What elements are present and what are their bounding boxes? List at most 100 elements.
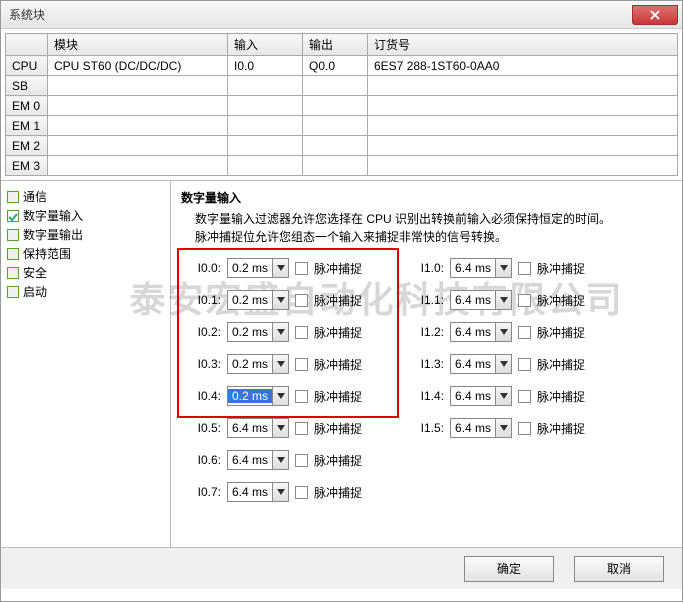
sidebar-item[interactable]: 数字量输入: [7, 206, 164, 225]
chevron-down-icon[interactable]: [272, 259, 288, 277]
pulse-capture-checkbox[interactable]: [518, 390, 531, 403]
combo-value: 6.4 ms: [228, 421, 272, 435]
io-label: I0.4:: [189, 389, 221, 403]
sidebar-item[interactable]: 保持范围: [7, 244, 164, 263]
pulse-capture-checkbox[interactable]: [295, 422, 308, 435]
io-label: I0.1:: [189, 293, 221, 307]
filter-time-select[interactable]: 6.4 ms: [227, 482, 289, 502]
chevron-down-icon[interactable]: [495, 323, 511, 341]
io-row: I1.3:6.4 ms脉冲捕捉: [412, 354, 585, 374]
table-row[interactable]: EM 0: [6, 96, 678, 116]
filter-time-select[interactable]: 0.2 ms: [227, 290, 289, 310]
chevron-down-icon[interactable]: [272, 387, 288, 405]
filter-time-select[interactable]: 0.2 ms: [227, 354, 289, 374]
pulse-capture-checkbox[interactable]: [518, 358, 531, 371]
footer: 确定 取消: [1, 547, 682, 589]
io-row: I0.2: 0.2 ms 脉冲捕捉: [189, 322, 362, 342]
chevron-down-icon[interactable]: [495, 387, 511, 405]
filter-time-select[interactable]: 6.4 ms: [227, 450, 289, 470]
tree-icon: [7, 286, 19, 298]
cell-order: 6ES7 288-1ST60-0AA0: [368, 56, 678, 76]
pulse-capture-label: 脉冲捕捉: [314, 420, 362, 437]
sidebar-item[interactable]: 安全: [7, 263, 164, 282]
io-label: I0.2:: [189, 325, 221, 339]
titlebar: 系统块: [1, 1, 682, 29]
filter-time-select[interactable]: 6.4 ms: [450, 418, 512, 438]
sidebar-item-label: 安全: [23, 264, 47, 281]
cell-module[interactable]: [48, 76, 228, 96]
pulse-capture-checkbox[interactable]: [518, 294, 531, 307]
pulse-capture-checkbox[interactable]: [518, 326, 531, 339]
sidebar-item-label: 启动: [23, 283, 47, 300]
pulse-capture-label: 脉冲捕捉: [537, 356, 585, 373]
pulse-capture-checkbox[interactable]: [518, 262, 531, 275]
pulse-capture-checkbox[interactable]: [295, 454, 308, 467]
pulse-capture-label: 脉冲捕捉: [314, 260, 362, 277]
pulse-capture-checkbox[interactable]: [295, 358, 308, 371]
pulse-capture-label: 脉冲捕捉: [314, 356, 362, 373]
content-heading: 数字量输入: [181, 189, 672, 206]
pulse-capture-label: 脉冲捕捉: [314, 388, 362, 405]
io-label: I1.1:: [412, 293, 444, 307]
row-slot: EM 0: [6, 96, 48, 116]
cell-module[interactable]: [48, 136, 228, 156]
sidebar-item[interactable]: 通信: [7, 187, 164, 206]
table-row[interactable]: EM 3: [6, 156, 678, 176]
table-row[interactable]: CPU CPU ST60 (DC/DC/DC) I0.0 Q0.0 6ES7 2…: [6, 56, 678, 76]
col-header-order: 订货号: [368, 34, 678, 56]
filter-time-select[interactable]: 0.2 ms: [227, 258, 289, 278]
table-row[interactable]: SB: [6, 76, 678, 96]
pulse-capture-label: 脉冲捕捉: [537, 292, 585, 309]
combo-value: 6.4 ms: [228, 485, 272, 499]
filter-time-select[interactable]: 6.4 ms: [450, 290, 512, 310]
filter-time-select[interactable]: 6.4 ms: [450, 322, 512, 342]
sidebar: 通信数字量输入数字量输出保持范围安全启动: [1, 181, 171, 547]
chevron-down-icon[interactable]: [495, 259, 511, 277]
chevron-down-icon[interactable]: [272, 483, 288, 501]
cell-module[interactable]: [48, 156, 228, 176]
cell-output: Q0.0: [303, 56, 368, 76]
pulse-capture-checkbox[interactable]: [295, 326, 308, 339]
table-row[interactable]: EM 2: [6, 136, 678, 156]
chevron-down-icon[interactable]: [272, 355, 288, 373]
chevron-down-icon[interactable]: [495, 355, 511, 373]
combo-value: 6.4 ms: [451, 421, 495, 435]
filter-time-select[interactable]: 0.2 ms: [227, 386, 289, 406]
pulse-capture-checkbox[interactable]: [295, 262, 308, 275]
combo-value: 0.2 ms: [228, 325, 272, 339]
chevron-down-icon[interactable]: [272, 451, 288, 469]
combo-value: 0.2 ms: [228, 293, 272, 307]
filter-time-select[interactable]: 6.4 ms: [450, 354, 512, 374]
cell-module[interactable]: CPU ST60 (DC/DC/DC): [48, 56, 228, 76]
cell-module[interactable]: [48, 96, 228, 116]
pulse-capture-checkbox[interactable]: [295, 390, 308, 403]
io-label: I0.7:: [189, 485, 221, 499]
ok-button[interactable]: 确定: [464, 556, 554, 582]
chevron-down-icon[interactable]: [272, 323, 288, 341]
pulse-capture-checkbox[interactable]: [295, 294, 308, 307]
close-button[interactable]: [632, 5, 678, 25]
pulse-capture-checkbox[interactable]: [295, 486, 308, 499]
table-row[interactable]: EM 1: [6, 116, 678, 136]
chevron-down-icon[interactable]: [495, 291, 511, 309]
sidebar-item-label: 通信: [23, 188, 47, 205]
pulse-capture-label: 脉冲捕捉: [314, 324, 362, 341]
tree-icon: [7, 267, 19, 279]
filter-time-select[interactable]: 6.4 ms: [450, 258, 512, 278]
combo-value: 0.2 ms: [228, 261, 272, 275]
chevron-down-icon[interactable]: [495, 419, 511, 437]
chevron-down-icon[interactable]: [272, 291, 288, 309]
chevron-down-icon[interactable]: [272, 419, 288, 437]
io-row: I0.7:6.4 ms脉冲捕捉: [189, 482, 362, 502]
filter-time-select[interactable]: 6.4 ms: [227, 418, 289, 438]
filter-time-select[interactable]: 6.4 ms: [450, 386, 512, 406]
cancel-button[interactable]: 取消: [574, 556, 664, 582]
sidebar-item[interactable]: 数字量输出: [7, 225, 164, 244]
pulse-capture-checkbox[interactable]: [518, 422, 531, 435]
sidebar-item-label: 保持范围: [23, 245, 71, 262]
filter-time-select[interactable]: 0.2 ms: [227, 322, 289, 342]
cell-module[interactable]: [48, 116, 228, 136]
io-label: I0.5:: [189, 421, 221, 435]
tree-icon: [7, 191, 19, 203]
sidebar-item[interactable]: 启动: [7, 282, 164, 301]
